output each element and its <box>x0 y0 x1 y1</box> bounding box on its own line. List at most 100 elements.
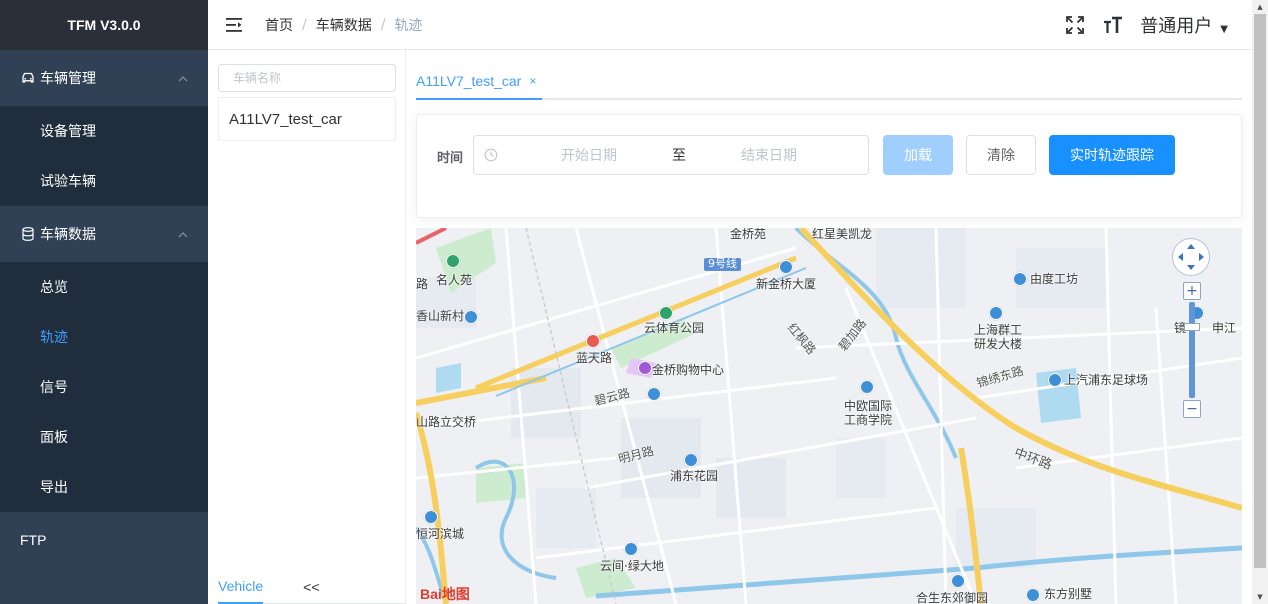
map-label: 上海群工 <box>974 323 1023 337</box>
map-label: 合生东郊御园 <box>916 591 989 604</box>
live-tracking-button[interactable]: 实时轨迹跟踪 <box>1049 135 1175 175</box>
breadcrumb-current: 轨迹 <box>394 17 423 34</box>
logo-text: Bai地图 <box>420 586 470 602</box>
car-icon <box>20 70 36 86</box>
vehicle-panel: A11LV7_test_car Vehicle << <box>208 50 406 604</box>
sidebar-item-device-management[interactable]: 设备管理 <box>0 106 208 156</box>
tab-label: A11LV7_test_car <box>416 73 522 89</box>
map-label: 申江 <box>1212 321 1237 335</box>
map-pan-control[interactable] <box>1172 238 1210 276</box>
map-label: 金桥购物中心 <box>652 363 725 377</box>
sidebar-item-panel[interactable]: 面板 <box>0 412 208 462</box>
poi-marker-icon[interactable] <box>1013 272 1027 286</box>
sidebar-group-label: 车辆数据 <box>40 227 96 243</box>
map-label: 新金桥大厦 <box>756 277 817 291</box>
vehicle-search-input[interactable] <box>218 64 396 92</box>
sidebar-group-label: 车辆管理 <box>40 71 96 87</box>
poi-marker-icon[interactable] <box>951 574 965 588</box>
breadcrumb-separator: / <box>380 16 386 33</box>
map-label: 山路立交桥 <box>416 415 477 429</box>
poi-marker-icon[interactable] <box>424 510 438 524</box>
poi-marker-icon[interactable] <box>647 387 661 401</box>
vehicle-list-item[interactable]: A11LV7_test_car <box>218 97 396 141</box>
map-zoom-out-button[interactable]: − <box>1183 400 1201 418</box>
navbar-right: 普通用户 ▼ <box>1064 0 1252 50</box>
map-label: 工商学院 <box>844 413 893 427</box>
clock-icon <box>484 148 498 162</box>
close-icon[interactable]: × <box>529 74 536 88</box>
load-button[interactable]: 加载 <box>883 135 953 175</box>
map-label: 云间·绿大地 <box>600 559 664 573</box>
sidebar-group-vehicle-data[interactable]: 车辆数据 <box>0 206 208 262</box>
map-label: 名人苑 <box>436 273 473 287</box>
user-dropdown[interactable]: 普通用户 ▼ <box>1140 12 1228 38</box>
park-marker-icon[interactable] <box>659 306 673 320</box>
sidebar-item-signal[interactable]: 信号 <box>0 362 208 412</box>
breadcrumb: 首页 / 车辆数据 / 轨迹 <box>265 15 422 35</box>
user-name: 普通用户 <box>1140 16 1213 37</box>
poi-marker-icon[interactable] <box>624 542 638 556</box>
map-label: 金桥苑 <box>730 228 767 241</box>
sidebar-item-overview[interactable]: 总览 <box>0 262 208 312</box>
app-title: TFM V3.0.0 <box>0 0 208 50</box>
chevron-up-icon <box>178 70 188 86</box>
sidebar-group-vehicle-management[interactable]: 车辆管理 <box>0 50 208 106</box>
map-zoom-slider[interactable] <box>1189 302 1195 398</box>
chevron-up-icon <box>178 226 188 242</box>
start-date-input[interactable]: 开始日期 <box>514 145 664 165</box>
breadcrumb-home[interactable]: 首页 <box>265 15 293 35</box>
submenu-vehicle-data: 总览 轨迹 信号 面板 导出 <box>0 262 208 512</box>
pan-arrows-icon <box>1178 244 1204 270</box>
map-label: 由度工坊 <box>1030 272 1079 286</box>
baidu-map-logo: Bai地图 <box>420 584 470 604</box>
map-label: 浦东花园 <box>670 469 719 483</box>
tab-vehicle[interactable]: Vehicle <box>218 570 264 604</box>
school-marker-icon[interactable] <box>860 380 874 394</box>
tab-vehicle-trajectory[interactable]: A11LV7_test_car × <box>416 64 543 100</box>
poi-marker-icon[interactable] <box>779 260 793 274</box>
scroll-up-arrow-icon[interactable]: ▲ <box>1252 0 1268 14</box>
sidebar-item-export[interactable]: 导出 <box>0 462 208 512</box>
metro-station-icon[interactable] <box>586 334 600 348</box>
poi-marker-icon[interactable] <box>1026 588 1040 602</box>
map-label: 路 <box>416 277 429 291</box>
map-base-layer <box>416 228 1242 604</box>
date-range-picker[interactable]: 开始日期 至 结束日期 <box>473 135 869 175</box>
hamburger-menu-icon[interactable] <box>225 16 243 34</box>
scroll-down-arrow-icon[interactable]: ▼ <box>1252 590 1268 604</box>
fullscreen-icon[interactable] <box>1064 14 1086 36</box>
poi-marker-icon[interactable] <box>989 306 1003 320</box>
park-marker-icon[interactable] <box>446 254 460 268</box>
navbar: 首页 / 车辆数据 / 轨迹 普通用户 ▼ <box>208 0 1252 50</box>
end-date-input[interactable]: 结束日期 <box>694 145 844 165</box>
font-size-icon[interactable] <box>1102 14 1124 36</box>
poi-marker-icon[interactable] <box>684 453 698 467</box>
map-label: 蓝天路 <box>576 351 613 365</box>
map-label: 东方别墅 <box>1044 587 1093 601</box>
map-label: 云体育公园 <box>644 321 705 335</box>
breadcrumb-separator: / <box>302 16 307 33</box>
map-label: 香山新村 <box>416 309 465 323</box>
scrollbar-thumb[interactable] <box>1254 14 1266 568</box>
page-scrollbar[interactable]: ▲ ▼ <box>1252 0 1268 604</box>
map-label: 研发大楼 <box>974 337 1023 351</box>
sidebar-item-ftp[interactable]: FTP <box>0 512 208 568</box>
breadcrumb-vehicle-data[interactable]: 车辆数据 <box>316 15 372 35</box>
range-separator: 至 <box>672 148 686 164</box>
clear-button[interactable]: 清除 <box>966 135 1036 175</box>
shopping-marker-icon[interactable] <box>638 361 652 375</box>
filter-card: 时间 开始日期 至 结束日期 加载 清除 实时轨迹跟踪 <box>416 114 1242 218</box>
caret-down-icon: ▼ <box>1220 23 1228 35</box>
submenu-vehicle-management: 设备管理 试验车辆 <box>0 106 208 206</box>
map-label: 红星美凯龙 <box>812 228 873 241</box>
map-zoom-handle[interactable] <box>1184 323 1200 331</box>
sidebar-item-test-vehicles[interactable]: 试验车辆 <box>0 156 208 206</box>
map-view[interactable]: 金桥苑 红星美凯龙 名人苑 9号线 新金桥大厦 由度工坊 香山新村 云体育公园 … <box>416 228 1242 604</box>
vehicle-panel-tabs: Vehicle << <box>218 570 406 604</box>
stadium-marker-icon[interactable] <box>1048 373 1062 387</box>
poi-marker-icon[interactable] <box>464 310 478 324</box>
sidebar-item-trajectory[interactable]: 轨迹 <box>0 312 208 362</box>
map-zoom-in-button[interactable]: + <box>1183 282 1201 300</box>
collapse-panel-button[interactable]: << <box>303 570 319 604</box>
content-tabs: A11LV7_test_car × <box>416 64 1242 100</box>
